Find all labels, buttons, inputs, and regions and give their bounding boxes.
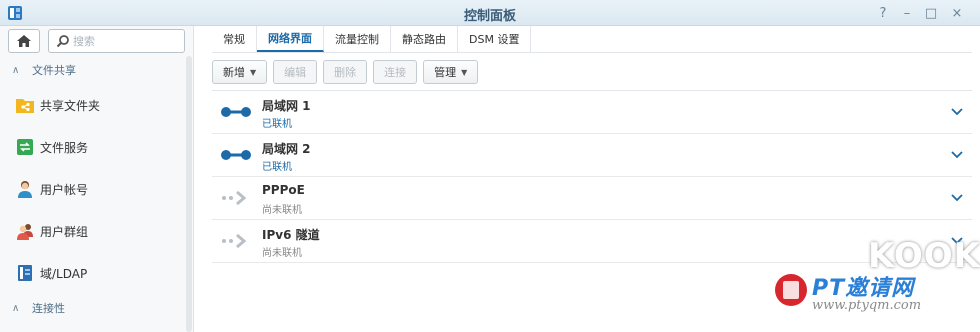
edit-button[interactable]: 编辑: [273, 60, 318, 84]
chevron-up-icon: ∧: [12, 64, 20, 76]
chevron-down-icon[interactable]: [950, 191, 964, 205]
interface-status: 尚未联机: [262, 205, 302, 216]
section-label: 文件共享: [32, 64, 76, 77]
tab-network-interface[interactable]: 网络界面: [257, 26, 324, 52]
minimize-icon[interactable]: –: [898, 4, 916, 22]
interface-status: 已联机: [262, 162, 292, 173]
sidebar: ∧ 文件共享 共享文件夹 文件服务 用: [0, 26, 194, 332]
interface-name: PPPoE: [262, 183, 305, 197]
window-title: 控制面板: [463, 9, 516, 24]
sidebar-item-label: 文件服务: [40, 140, 89, 155]
interface-row-lan1[interactable]: 局域网 1 已联机: [212, 91, 972, 134]
sidebar-item-label: 用户群组: [40, 224, 89, 239]
sidebar-item-domain-ldap[interactable]: 域/LDAP: [0, 252, 186, 294]
lan-connected-icon: [221, 107, 251, 117]
watermark-url: www.ptyqm.com: [812, 298, 922, 313]
interface-name: 局域网 1: [262, 99, 311, 113]
tab-traffic-control[interactable]: 流量控制: [324, 26, 391, 52]
search-input[interactable]: [73, 32, 181, 50]
shared-folder-icon: [14, 94, 36, 116]
search-icon: [56, 35, 69, 48]
interface-list: 局域网 1 已联机 局域网 2 已联机 PPPoE 尚未联机 IPv6 隧道 尚…: [212, 91, 972, 263]
sidebar-item-label: 用户帐号: [40, 182, 89, 197]
interface-name: IPv6 隧道: [262, 228, 320, 242]
group-icon: [14, 220, 36, 242]
sidebar-item-group[interactable]: 用户群组: [0, 210, 186, 252]
interface-status: 已联机: [262, 119, 292, 130]
interface-name: 局域网 2: [262, 142, 311, 156]
watermark-logo-icon: [775, 274, 807, 306]
chevron-down-icon[interactable]: [950, 105, 964, 119]
section-connectivity[interactable]: ∧ 连接性: [0, 296, 186, 320]
tab-divider: [212, 52, 972, 53]
chevron-down-icon[interactable]: [950, 148, 964, 162]
tab-bar: 常规 网络界面 流量控制 静态路由 DSM 设置: [212, 26, 532, 52]
sidebar-item-label: 共享文件夹: [40, 98, 101, 113]
section-label: 连接性: [32, 302, 65, 315]
section-file-sharing[interactable]: ∧ 文件共享: [0, 58, 186, 82]
tab-dsm-settings[interactable]: DSM 设置: [458, 26, 532, 52]
disconnected-icon: [222, 233, 247, 249]
help-icon[interactable]: ?: [874, 4, 892, 22]
home-icon: [17, 35, 31, 47]
manage-label: 管理: [434, 66, 457, 79]
chevron-up-icon: ∧: [12, 302, 20, 314]
sidebar-item-user[interactable]: 用户帐号: [0, 168, 186, 210]
disconnected-icon: [222, 190, 247, 206]
sidebar-item-label: 域/LDAP: [40, 266, 88, 281]
interface-row-lan2[interactable]: 局域网 2 已联机: [212, 134, 972, 177]
user-icon: [14, 178, 36, 200]
sidebar-scrollbar[interactable]: [186, 56, 192, 332]
caret-down-icon: ▼: [461, 67, 468, 77]
delete-button[interactable]: 删除: [323, 60, 368, 84]
maximize-icon[interactable]: □: [922, 4, 940, 22]
title-bar: 控制面板 ? – □ ×: [0, 0, 980, 26]
sidebar-item-file-services[interactable]: 文件服务: [0, 126, 186, 168]
create-button[interactable]: 新增 ▼: [212, 60, 268, 84]
domain-ldap-icon: [14, 262, 36, 284]
sidebar-item-shared-folder[interactable]: 共享文件夹: [0, 84, 186, 126]
interface-row-ipv6-tunnel[interactable]: IPv6 隧道 尚未联机: [212, 220, 972, 263]
toolbar: 新增 ▼ 编辑 删除 连接 管理 ▼: [212, 60, 479, 84]
caret-down-icon: ▼: [250, 67, 257, 77]
lan-connected-icon: [221, 150, 251, 160]
manage-button[interactable]: 管理 ▼: [423, 60, 479, 84]
close-icon[interactable]: ×: [948, 4, 966, 22]
file-services-icon: [14, 136, 36, 158]
search-box[interactable]: [48, 29, 185, 53]
tab-static-route[interactable]: 静态路由: [391, 26, 458, 52]
interface-row-pppoe[interactable]: PPPoE 尚未联机: [212, 177, 972, 220]
connect-button[interactable]: 连接: [373, 60, 418, 84]
interface-status: 尚未联机: [262, 248, 302, 259]
create-label: 新增: [223, 66, 245, 79]
home-button[interactable]: [8, 29, 40, 53]
tab-general[interactable]: 常规: [212, 26, 257, 52]
